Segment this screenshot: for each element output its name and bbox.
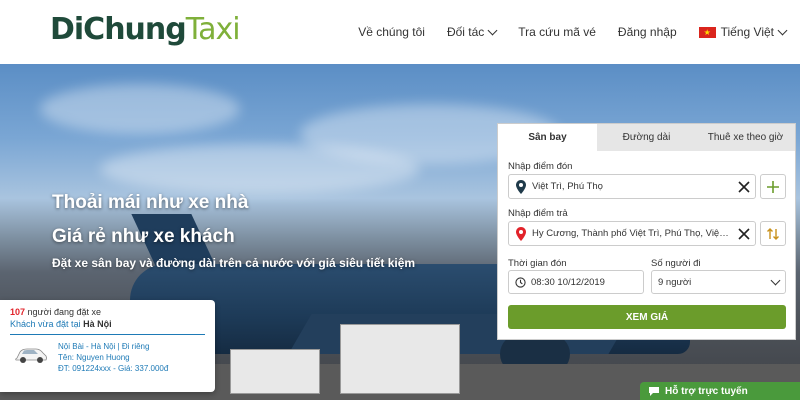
location-pin-icon	[516, 226, 526, 241]
booking-count-line: 107 người đang đặt xe	[10, 307, 205, 317]
pickup-time-field[interactable]: 08:30 10/12/2019	[508, 270, 644, 294]
clear-dropoff-button[interactable]	[733, 223, 755, 245]
pickup-field[interactable]: Việt Trì, Phú Thọ	[508, 174, 756, 199]
booking-panel: Sân bay Đường dài Thuê xe theo giờ Nhập …	[497, 123, 796, 340]
cloud	[100, 144, 420, 194]
booking-detail: Nội Bài - Hà Nội | Đi riêng Tên: Nguyen …	[58, 341, 168, 374]
logo-part1: DiChung	[50, 12, 187, 47]
dropoff-label: Nhập điểm trả	[508, 208, 568, 219]
passengers-value: 9 người	[658, 276, 692, 288]
nav-login[interactable]: Đăng nhập	[618, 25, 677, 39]
chevron-down-icon	[487, 25, 498, 35]
nav-partners[interactable]: Đối tác	[446, 25, 498, 39]
booking-name: Tên: Nguyen Huong	[58, 353, 130, 362]
recent-booking-card: 107 người đang đặt xe Khách vừa đặt tại …	[0, 300, 215, 392]
language-selector[interactable]: Tiếng Việt	[698, 25, 788, 39]
pickup-input[interactable]: Việt Trì, Phú Thọ	[532, 181, 733, 192]
booking-count: 107	[10, 307, 26, 317]
clock-icon	[515, 276, 526, 288]
dropoff-input[interactable]: Hy Cương, Thành phố Việt Trì, Phú Thọ, V…	[532, 228, 733, 239]
cloud	[40, 84, 240, 134]
main-nav: Về chúng tôi Đối tác Tra cứu mã vé Đăng …	[336, 0, 788, 64]
logo-part2: Taxi	[185, 12, 241, 47]
divider	[10, 334, 205, 335]
tab-long-distance[interactable]: Đường dài	[597, 124, 696, 151]
booking-route: Nội Bài - Hà Nội | Đi riêng	[58, 342, 150, 351]
chat-icon	[649, 386, 659, 396]
logo[interactable]: DiChung Taxi	[50, 12, 241, 48]
site-header: DiChung Taxi Về chúng tôi Đối tác Tra cứu…	[0, 0, 800, 64]
service-truck	[230, 349, 320, 394]
recent-booking-line: Khách vừa đặt tại Hà Nội	[10, 319, 205, 329]
close-icon	[738, 180, 750, 193]
swap-locations-button[interactable]	[760, 221, 786, 246]
clear-pickup-button[interactable]	[733, 176, 755, 198]
hero-headline-1: Thoải mái như xe nhà	[52, 192, 249, 213]
pickup-time-value: 08:30 10/12/2019	[531, 276, 605, 288]
language-label: Tiếng Việt	[720, 25, 774, 39]
booking-phone-price: ĐT: 091224xxx - Giá: 337.000đ	[58, 364, 169, 373]
online-support-button[interactable]: Hỗ trợ trực tuyến	[640, 382, 800, 400]
tab-hourly-rental[interactable]: Thuê xe theo giờ	[696, 124, 795, 151]
nav-about[interactable]: Về chúng tôi	[358, 25, 425, 39]
recent-booking-prefix: Khách vừa đặt tại	[10, 319, 84, 329]
online-support-label: Hỗ trợ trực tuyến	[665, 385, 748, 397]
booking-detail-row: Nội Bài - Hà Nội | Đi riêng Tên: Nguyen …	[10, 341, 205, 374]
chevron-down-icon	[770, 275, 781, 285]
hero-headline-2: Giá rẻ như xe khách	[52, 226, 235, 247]
hero-subtitle: Đặt xe sân bay và đường dài trên cả nước…	[52, 256, 416, 270]
view-price-button[interactable]: XEM GIÁ	[508, 305, 786, 329]
passengers-label: Số người đi	[651, 258, 701, 269]
swap-icon	[767, 227, 779, 240]
pickup-label: Nhập điểm đón	[508, 161, 573, 172]
plus-icon	[767, 180, 779, 193]
vietnam-flag-icon	[698, 26, 716, 38]
service-truck	[340, 324, 460, 394]
car-icon	[15, 348, 47, 363]
booking-count-suffix: người đang đặt xe	[25, 307, 102, 317]
passengers-select[interactable]: 9 người	[651, 270, 786, 294]
nav-partners-label: Đối tác	[446, 25, 485, 39]
booking-tabs: Sân bay Đường dài Thuê xe theo giờ	[498, 124, 795, 151]
add-stop-button[interactable]	[760, 174, 786, 199]
time-label: Thời gian đón	[508, 258, 567, 269]
location-pin-icon	[516, 179, 526, 194]
close-icon	[738, 227, 750, 240]
tab-airport[interactable]: Sân bay	[498, 124, 597, 151]
nav-lookup[interactable]: Tra cứu mã vé	[518, 25, 596, 39]
chevron-down-icon	[777, 25, 788, 35]
dropoff-field[interactable]: Hy Cương, Thành phố Việt Trì, Phú Thọ, V…	[508, 221, 756, 246]
recent-booking-city: Hà Nội	[83, 319, 112, 329]
